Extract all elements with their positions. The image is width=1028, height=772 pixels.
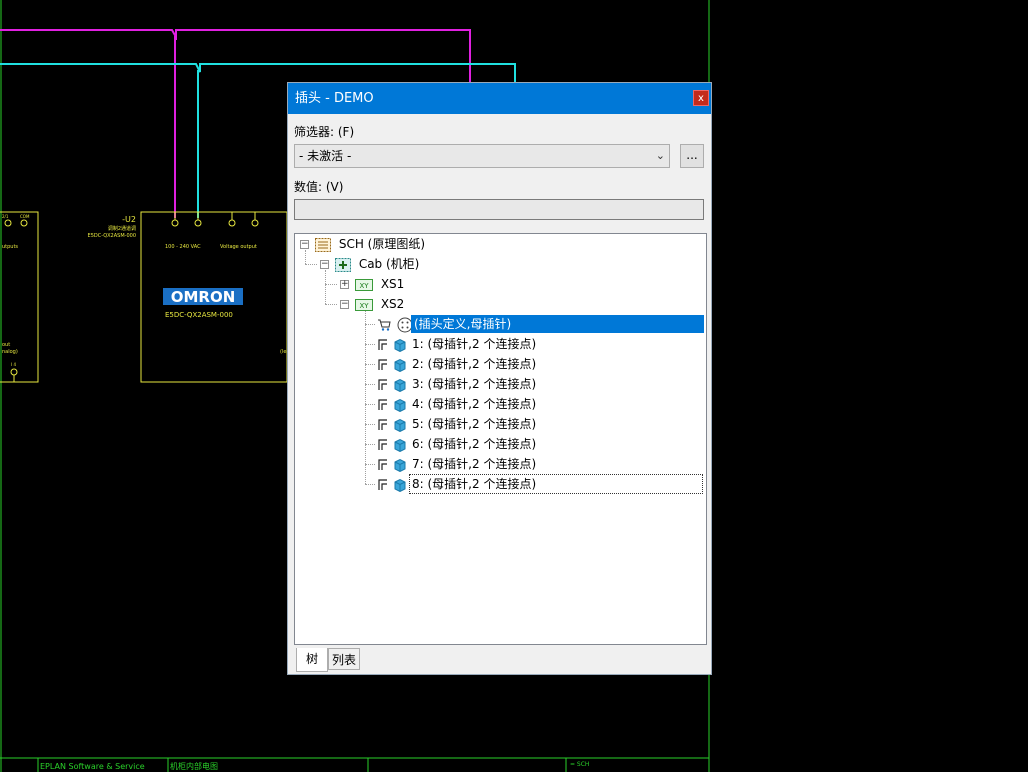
pin-cube-icon xyxy=(394,458,406,472)
tree-label-pin: 5: (母插针,2 个连接点) xyxy=(412,417,537,431)
pin-bracket-icon xyxy=(378,378,387,390)
left-text-4: I 4 xyxy=(11,362,16,367)
tree-label-pin: 6: (母插针,2 个连接点) xyxy=(412,437,537,451)
filter-select[interactable]: - 未激活 - ⌄ xyxy=(294,144,670,168)
tree-node-pin[interactable]: 6: (母插针,2 个连接点) xyxy=(377,435,536,453)
tree-label-pin: 8: (母插针,2 个连接点) xyxy=(409,474,703,494)
collapse-toggle-sch[interactable]: − xyxy=(300,240,309,249)
tree-node-pin[interactable]: 7: (母插针,2 个连接点) xyxy=(377,455,536,473)
collapse-toggle-xs2[interactable]: − xyxy=(340,300,349,309)
pin-cube-icon xyxy=(394,398,406,412)
tree-label-xs2: XS2 xyxy=(380,297,405,311)
tree-node-pin[interactable]: 2: (母插针,2 个连接点) xyxy=(377,355,536,373)
tree-label-pin: 7: (母插针,2 个连接点) xyxy=(412,457,537,471)
wire-magenta xyxy=(0,29,471,82)
plug-xy-icon: XY xyxy=(355,278,373,291)
footer-company: EPLAN Software & Service xyxy=(40,762,145,771)
tree-node-pin[interactable]: 8: (母插针,2 个连接点) xyxy=(377,474,703,494)
tree-label-plug-definition[interactable]: (插头定义,母插针) xyxy=(411,315,704,333)
tree-node-xs2[interactable]: XY XS2 xyxy=(355,295,404,313)
filter-more-button[interactable]: ... xyxy=(680,144,704,168)
value-field[interactable] xyxy=(294,199,704,220)
tree-node-pin[interactable]: 5: (母插针,2 个连接点) xyxy=(377,415,536,433)
footer-title: 机柜内部电图 xyxy=(170,761,218,771)
tree-label-pin: 3: (母插针,2 个连接点) xyxy=(412,377,537,391)
pin-bracket-icon xyxy=(378,458,387,470)
tree-node-cab[interactable]: Cab (机柜) xyxy=(335,255,419,273)
pin-label-1: 100 - 240 VAC xyxy=(165,244,201,250)
pin-cube-icon xyxy=(394,438,406,452)
tree-label-pin: 1: (母插针,2 个连接点) xyxy=(412,337,537,351)
left-text-3: nalog) xyxy=(2,349,18,355)
tree-node-xs1[interactable]: XY XS1 xyxy=(355,275,404,293)
pin-bracket-icon xyxy=(378,438,387,450)
pin-bracket-icon xyxy=(378,398,387,410)
device-desc: 调制2通道调 xyxy=(108,225,136,232)
svg-text:XY: XY xyxy=(359,282,369,290)
plug-navigator-panel: 插头 - DEMO x 筛选器: (F) - 未激活 - ⌄ ... 数值: (… xyxy=(287,82,712,675)
tree-node-plug-definition[interactable] xyxy=(377,315,413,333)
part-label: E5DC-QX2ASM-000 xyxy=(165,311,233,319)
filter-label: 筛选器: (F) xyxy=(294,125,355,139)
tree-node-sch[interactable]: SCH (原理图纸) xyxy=(315,235,425,253)
tree-label-cab: Cab (机柜) xyxy=(358,257,420,271)
close-button[interactable]: x xyxy=(693,90,709,106)
chevron-down-icon: ⌄ xyxy=(655,149,665,162)
pin-bracket-icon xyxy=(378,358,387,370)
tab-tree[interactable]: 树 xyxy=(296,648,328,672)
pin-bracket-icon xyxy=(378,418,387,430)
expand-toggle-xs1[interactable]: + xyxy=(340,280,349,289)
left-pin-1: 2/1 xyxy=(2,214,9,219)
cabinet-icon xyxy=(335,257,351,272)
tree-node-pin[interactable]: 3: (母插针,2 个连接点) xyxy=(377,375,536,393)
left-text-1: utputs xyxy=(2,244,18,250)
pin-cube-icon xyxy=(394,358,406,372)
device-tag: -U2 xyxy=(122,215,136,224)
value-label: 数值: (V) xyxy=(294,180,344,194)
device-part: E5DC-QX2ASM-000 xyxy=(88,233,136,239)
svg-text:XY: XY xyxy=(359,302,369,310)
tree-label-xs1: XS1 xyxy=(380,277,405,291)
wire-cyan xyxy=(0,63,516,82)
plug-tree[interactable]: − SCH (原理图纸) − Cab (机柜) + XY XS1 − XY XS… xyxy=(294,233,707,645)
pin-label-2: Voltage output xyxy=(220,244,257,250)
tree-node-pin[interactable]: 4: (母插针,2 个连接点) xyxy=(377,395,536,413)
pin-cube-icon xyxy=(394,478,406,492)
tree-node-pin[interactable]: 1: (母插针,2 个连接点) xyxy=(377,335,536,353)
plug-xy-icon: XY xyxy=(355,298,373,311)
collapse-toggle-cab[interactable]: − xyxy=(320,260,329,269)
footer-sch: = SCH xyxy=(570,761,589,768)
cart-icon xyxy=(378,319,391,331)
right-frag: (le xyxy=(280,349,286,355)
schematic-page-icon xyxy=(315,237,331,252)
omron-logo-text: OMRON xyxy=(171,288,236,306)
left-device-box xyxy=(0,211,39,383)
tab-list[interactable]: 列表 xyxy=(328,648,360,670)
panel-titlebar[interactable]: 插头 - DEMO x xyxy=(288,83,711,114)
tree-label-pin: 4: (母插针,2 个连接点) xyxy=(412,397,537,411)
panel-title: 插头 - DEMO xyxy=(295,91,374,106)
pin-cube-icon xyxy=(394,418,406,432)
left-pin-2: COM xyxy=(20,214,30,219)
pin-cube-icon xyxy=(394,378,406,392)
pin-bracket-icon xyxy=(378,338,387,350)
pin-cube-icon xyxy=(394,338,406,352)
filter-select-value: - 未激活 - xyxy=(299,149,352,163)
left-text-2: out xyxy=(2,342,10,348)
tree-label-sch: SCH (原理图纸) xyxy=(338,237,426,251)
pin-bracket-icon xyxy=(378,478,387,490)
tree-label-pin: 2: (母插针,2 个连接点) xyxy=(412,357,537,371)
